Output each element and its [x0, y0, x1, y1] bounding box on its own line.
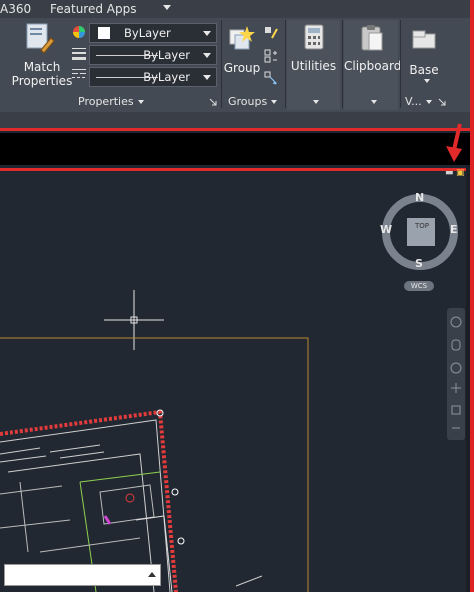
red-highlight-border	[0, 0, 474, 592]
